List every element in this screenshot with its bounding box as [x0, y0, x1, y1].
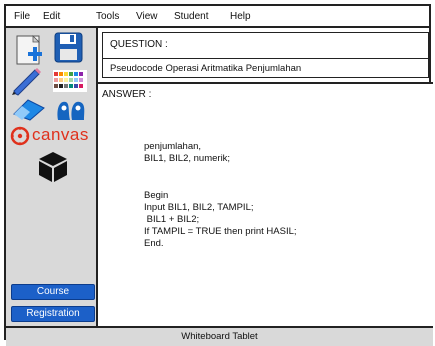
answer-line: Input BIL1, BIL2, TAMPIL;	[144, 202, 254, 213]
question-panel: QUESTION : Pseudocode Operasi Aritmatika…	[102, 32, 429, 78]
answer-line: BIL1, BIL2, numerik;	[144, 153, 231, 164]
registration-button[interactable]: Registration	[11, 306, 95, 322]
eraser-icon[interactable]	[12, 98, 48, 122]
menu-bar: File Edit Tools View Student Help	[6, 6, 429, 28]
course-button[interactable]: Course	[11, 284, 95, 300]
canvas-logo: canvas	[10, 125, 96, 147]
answer-line: If TAMPIL = TRUE then print HASIL;	[144, 226, 297, 237]
answer-line: penjumlahan,	[144, 141, 202, 152]
menu-file[interactable]: File	[14, 11, 30, 22]
menu-edit[interactable]: Edit	[43, 11, 60, 22]
canvas-logo-text: canvas	[32, 125, 89, 144]
answer-label: ANSWER :	[102, 89, 152, 100]
menu-help[interactable]: Help	[230, 11, 251, 22]
blob-icon[interactable]	[54, 98, 88, 122]
question-text: Pseudocode Operasi Aritmatika Penjumlaha…	[110, 63, 302, 74]
answer-panel[interactable]: ANSWER : penjumlahan, BIL1, BIL2, numeri…	[98, 82, 433, 326]
new-document-icon[interactable]	[13, 34, 47, 68]
pencil-icon[interactable]	[10, 68, 44, 96]
answer-line: Begin	[144, 190, 169, 201]
menu-tools[interactable]: Tools	[96, 11, 119, 22]
cube-icon[interactable]	[36, 150, 70, 184]
menu-student[interactable]: Student	[174, 11, 208, 22]
question-divider	[103, 58, 428, 59]
tool-sidebar: canvas Course Registration	[6, 28, 98, 326]
save-icon[interactable]	[54, 32, 84, 64]
color-palette-icon[interactable]	[53, 70, 87, 92]
canvas-logo-mark	[10, 126, 30, 146]
status-bar: Whiteboard Tablet	[6, 326, 433, 346]
answer-line: BIL1 + BIL2;	[144, 214, 200, 225]
app-window: File Edit Tools View Student Help canvas…	[4, 4, 433, 346]
answer-line: End.	[144, 238, 164, 249]
menu-view[interactable]: View	[136, 11, 158, 22]
question-label: QUESTION :	[110, 39, 168, 50]
